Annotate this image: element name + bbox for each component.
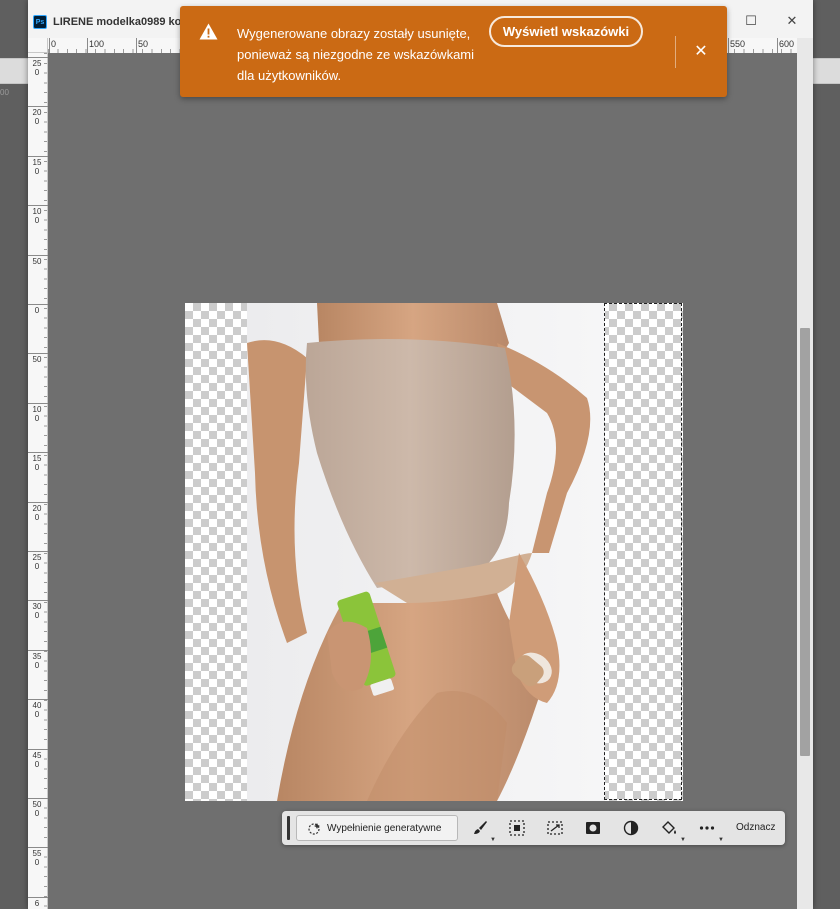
ruler-major-tick xyxy=(28,106,48,108)
chevron-down-icon[interactable]: ▼ xyxy=(680,837,686,843)
generative-fill-button[interactable]: Wypełnienie generatywne xyxy=(296,815,458,841)
view-guidelines-button[interactable]: Wyświetl wskazówki xyxy=(489,16,643,47)
ruler-label: 600 xyxy=(779,39,795,49)
warning-icon xyxy=(199,23,218,40)
ruler-label: 200 xyxy=(32,108,42,127)
ruler-label: 200 xyxy=(32,503,42,522)
fill-icon[interactable] xyxy=(660,819,678,837)
divider xyxy=(675,36,676,68)
ruler-major-tick xyxy=(28,798,48,799)
ruler-label: 0 xyxy=(51,39,57,49)
contextual-task-bar: Wypełnienie generatywne ▼ ▼ ▼ Odznacz xyxy=(282,811,785,845)
vertical-scrollbar[interactable] xyxy=(797,38,813,909)
background-ruler-label: 00 xyxy=(0,88,9,97)
model-photo xyxy=(247,303,605,801)
marquee-selection[interactable] xyxy=(604,303,682,800)
taskbar-grip-handle[interactable] xyxy=(287,816,290,840)
ruler-label: 500 xyxy=(32,800,42,818)
ruler-major-tick xyxy=(28,155,48,157)
ruler-label: 550 xyxy=(32,849,42,868)
deselect-button[interactable]: Odznacz xyxy=(736,822,775,833)
ruler-label: 100 xyxy=(89,39,105,49)
ruler-major-tick xyxy=(28,699,48,701)
generative-fill-icon xyxy=(308,823,320,835)
document-title: LIRENE modelka0989 kop xyxy=(53,16,189,28)
ruler-major-tick xyxy=(28,353,48,355)
ruler-major-tick xyxy=(28,205,48,207)
select-subject-icon[interactable] xyxy=(508,819,526,837)
notification-message: Wygenerowane obrazy zostały usunięte, po… xyxy=(237,26,475,83)
ruler-label: 300 xyxy=(32,602,42,621)
close-icon[interactable]: ✕ xyxy=(692,43,710,61)
ruler-label: 250 xyxy=(32,553,42,571)
brush-icon[interactable] xyxy=(471,819,489,837)
ruler-major-tick xyxy=(28,452,48,454)
ruler-label: 450 xyxy=(32,750,42,769)
ruler-corner xyxy=(28,38,48,53)
ruler-label: 150 xyxy=(32,157,42,176)
ruler-major-tick xyxy=(28,304,48,305)
generative-fill-label: Wypełnienie generatywne xyxy=(327,823,442,834)
scrollbar-thumb[interactable] xyxy=(800,328,810,756)
ruler-label: 50 xyxy=(138,39,149,49)
ruler-major-tick xyxy=(28,254,48,256)
chevron-down-icon[interactable]: ▼ xyxy=(490,837,496,843)
mask-icon[interactable] xyxy=(584,819,602,837)
ruler-label: 250 xyxy=(32,59,42,77)
chevron-down-icon[interactable]: ▼ xyxy=(718,837,724,843)
photoshop-app-icon: Ps xyxy=(33,15,47,29)
ruler-major-tick xyxy=(28,600,48,602)
ruler-label: 150 xyxy=(32,454,42,473)
warning-notification: Wygenerowane obrazy zostały usunięte, po… xyxy=(180,6,727,97)
ruler-label: 100 xyxy=(32,207,42,226)
ruler-label: 350 xyxy=(32,651,42,670)
close-window-icon[interactable]: ✕ xyxy=(783,12,801,30)
ruler-label: 50 xyxy=(32,355,42,365)
ruler-label: 50 xyxy=(32,256,42,266)
ruler-label: 0 xyxy=(34,306,40,315)
vertical-ruler: 250 200 150 100 50 0 50 100 150 200 250 300 350 400 45… xyxy=(28,53,48,909)
ruler-label: 6 xyxy=(34,898,40,908)
ruler-major-tick xyxy=(28,57,48,58)
ruler-label: 100 xyxy=(32,404,42,423)
adjustment-icon[interactable] xyxy=(622,819,640,837)
ruler-major-tick xyxy=(28,551,48,552)
ruler-label: 550 xyxy=(730,39,746,49)
transform-selection-icon[interactable] xyxy=(546,819,564,837)
ruler-major-tick xyxy=(28,649,48,651)
ruler-label: 400 xyxy=(32,701,42,720)
ruler-major-tick xyxy=(28,847,48,849)
ruler-major-tick xyxy=(28,896,48,898)
ruler-major-tick xyxy=(28,501,48,503)
more-icon[interactable] xyxy=(698,819,716,837)
ruler-major-tick xyxy=(28,748,48,750)
maximize-icon[interactable]: ☐ xyxy=(742,12,760,30)
ruler-major-tick xyxy=(28,402,48,404)
